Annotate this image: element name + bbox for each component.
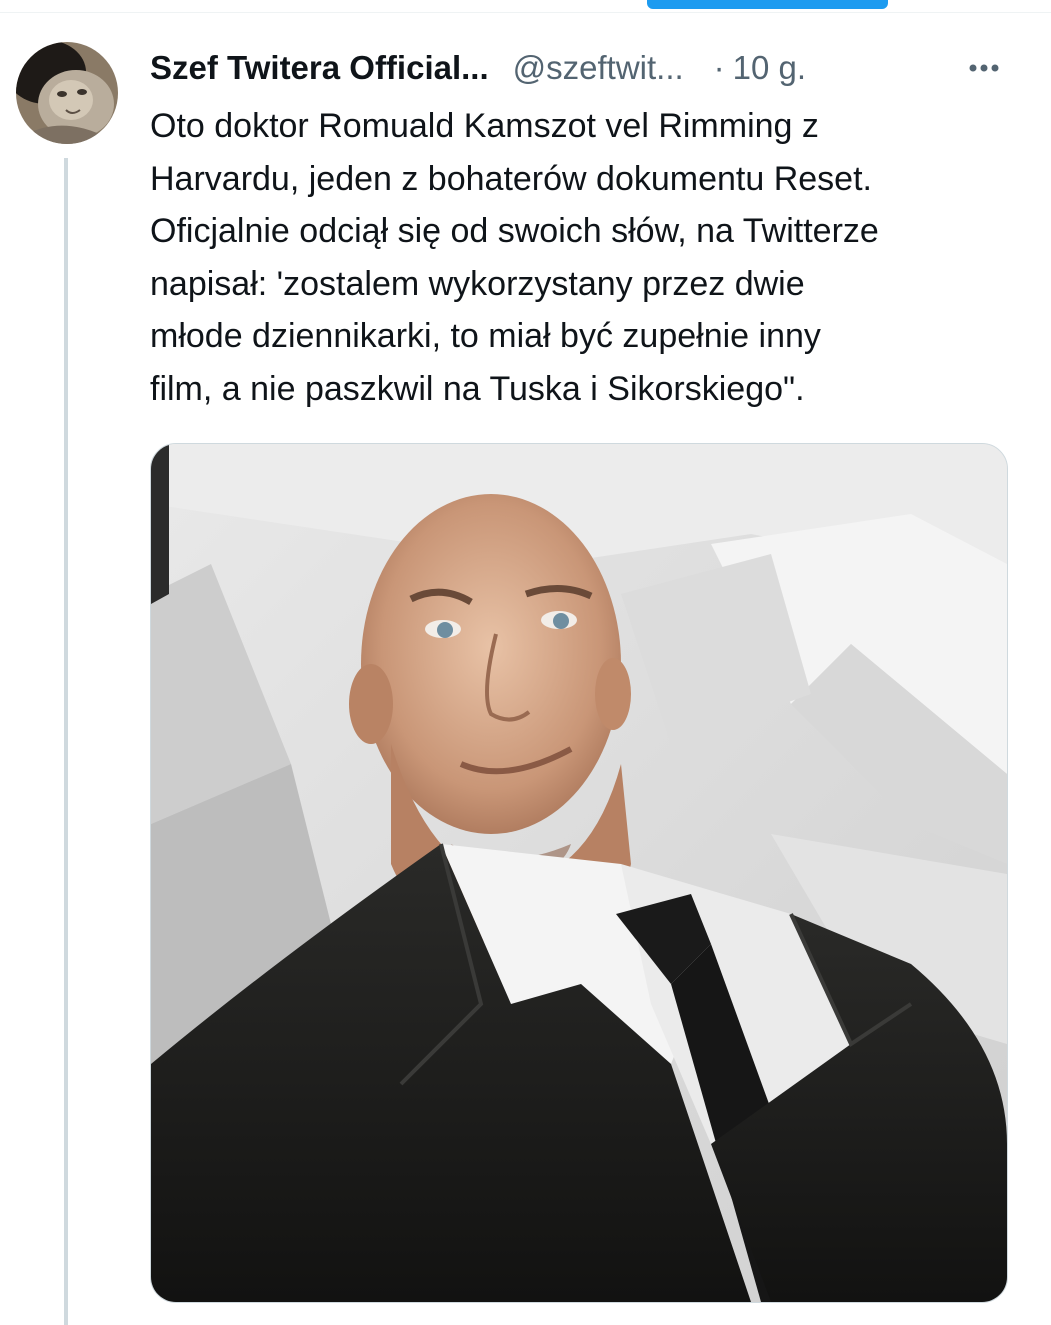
avatar[interactable] xyxy=(16,42,118,144)
photo-image xyxy=(151,444,1007,1302)
top-divider xyxy=(0,12,1051,13)
tweet-text: Oto doktor Romuald Kamszot vel Rimming z… xyxy=(150,107,879,408)
thread-line xyxy=(64,158,68,1325)
tweet-header: Szef Twitera Official... @szeftwit... · … xyxy=(150,44,806,92)
active-tab-indicator xyxy=(647,0,888,9)
separator-dot: · xyxy=(713,49,725,86)
user-handle[interactable]: @szeftwit... xyxy=(513,49,684,87)
more-horizontal-icon xyxy=(969,64,999,72)
tweet-photo[interactable] xyxy=(150,443,1008,1303)
timestamp[interactable]: 10 g. xyxy=(733,49,806,87)
display-name[interactable]: Szef Twitera Official... xyxy=(150,49,489,87)
avatar-image xyxy=(16,42,118,144)
more-options-button[interactable] xyxy=(958,52,1010,84)
tweet-page: Szef Twitera Official... @szeftwit... · … xyxy=(0,0,1051,1325)
